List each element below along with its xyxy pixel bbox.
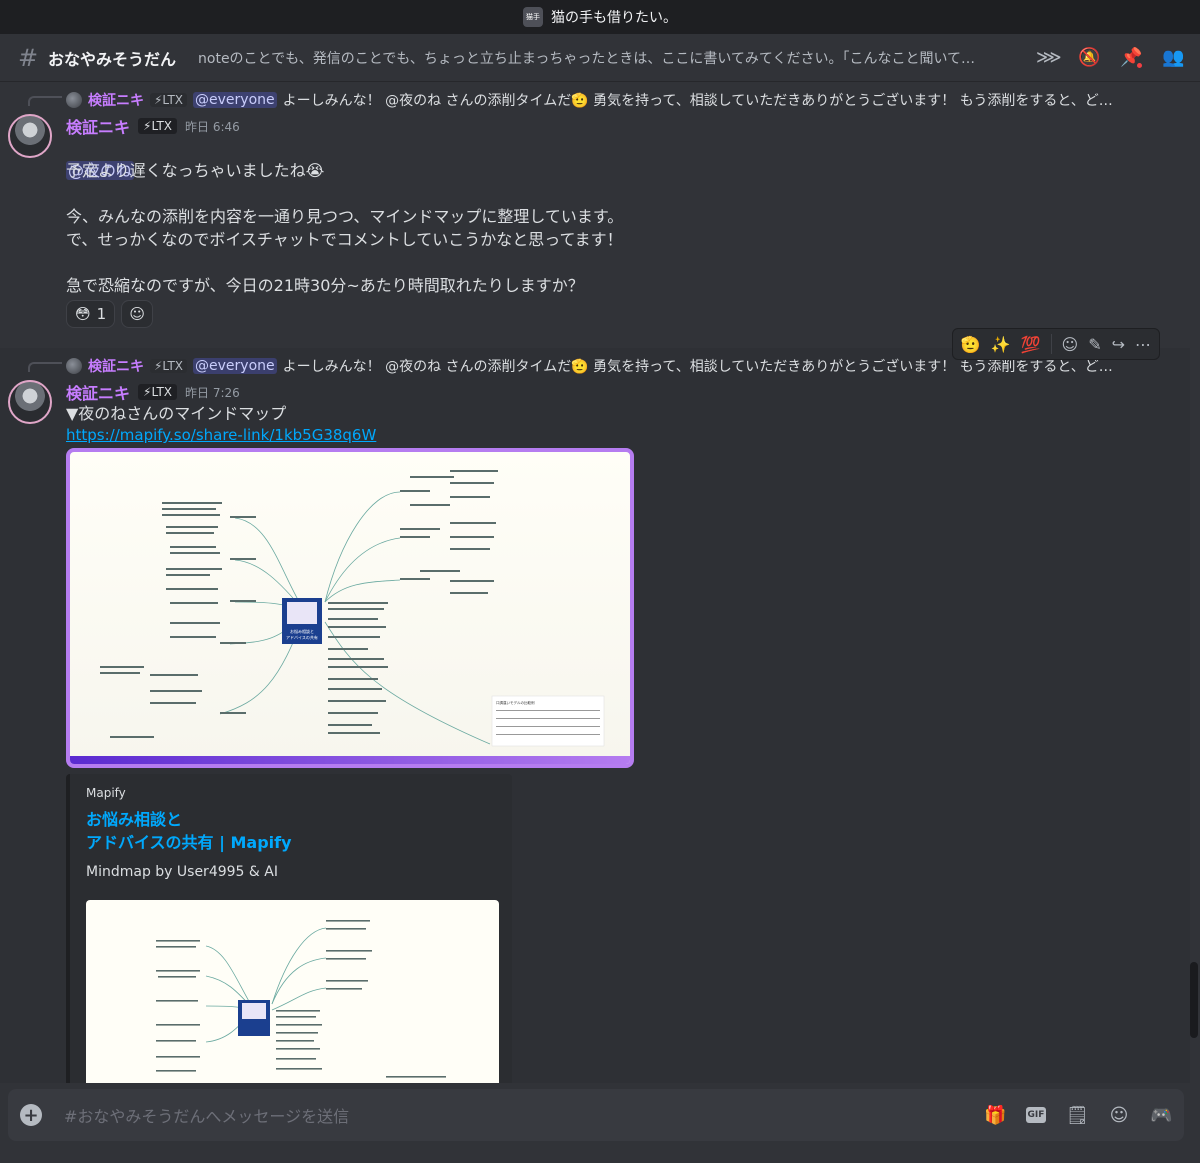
mindmap-footer-bar — [70, 756, 630, 764]
reply-connector — [28, 96, 62, 106]
channel-topic[interactable]: noteのことでも、発信のことでも、ちょっと立ち止まっちゃったときは、ここに書い… — [198, 48, 1018, 68]
message-text: 予定より遅くなっちゃいましたね😭 今、みんなの添削を内容を一通り見つつ、マインド… — [66, 161, 624, 295]
map-center-label-1: お悩み相談と — [290, 628, 314, 634]
edit-icon[interactable]: ✎ — [1088, 335, 1101, 354]
server-title: 猫の手も借りたい。 — [551, 10, 677, 26]
mindmap-image[interactable]: お悩み相談と アドバイスの共有 口調違いモデルの比較例 — [66, 448, 634, 768]
message-input[interactable]: #おなやみそうだんへメッセージを送信 — [64, 1103, 349, 1127]
threads-icon[interactable]: ⋙ — [1036, 47, 1062, 68]
sticker-icon[interactable]: 🗒 — [1066, 1105, 1089, 1126]
window-titlebar: 猫手 猫の手も借りたい。 — [0, 0, 1200, 34]
embed-title[interactable]: お悩み相談と アドバイスの共有 | Mapify — [86, 808, 292, 854]
avatar[interactable] — [8, 114, 52, 158]
gif-icon[interactable]: GIF — [1026, 1106, 1046, 1123]
embed-mindmap-graphic — [156, 920, 446, 1078]
author-name[interactable]: 検証ニキ — [66, 380, 130, 404]
pin-icon[interactable]: 📌 — [1120, 47, 1144, 70]
reply-author[interactable]: 検証ニキ — [88, 90, 144, 110]
emoji-icon[interactable]: ☺ — [1108, 1105, 1130, 1126]
add-reaction-button[interactable]: ☺ — [121, 300, 154, 328]
reply-avatar — [66, 92, 82, 108]
reply-role-badge: ⚡LTX — [150, 93, 188, 107]
role-badge: ⚡LTX — [138, 118, 178, 134]
hash-icon: # — [17, 43, 39, 72]
upload-plus-icon[interactable]: + — [20, 1104, 42, 1126]
forward-icon[interactable]: ↪ — [1112, 335, 1125, 354]
add-reaction-icon: ☺ — [129, 305, 146, 323]
more-options-icon[interactable]: ⋯ — [1135, 335, 1151, 354]
flushed-emoji: 😳 — [75, 305, 91, 323]
quick-reaction-salute[interactable]: 🫡 — [961, 335, 981, 354]
gift-icon[interactable]: 🎁 — [984, 1105, 1006, 1126]
mute-icon[interactable]: 🔕 — [1078, 47, 1100, 68]
reaction-chip[interactable]: 😳 1 — [66, 300, 116, 328]
timestamp[interactable]: 昨日 7:26 — [185, 384, 240, 401]
map-center-label-2: アドバイスの共有 — [286, 634, 318, 640]
reply-preview[interactable]: 検証ニキ ⚡LTX @everyone よーしみんな！ @夜のね さんの添削タイ… — [66, 90, 1146, 110]
reply-role-badge: ⚡LTX — [150, 359, 188, 373]
unread-pin-indicator — [1135, 61, 1144, 70]
channel-toolbar: ⋙ 🔕 📌 👥 — [1036, 47, 1184, 70]
message-item: 検証ニキ ⚡LTX @everyone よーしみんな！ @夜のね さんの添削タイ… — [0, 82, 1190, 332]
reply-mention[interactable]: @everyone — [193, 92, 277, 108]
quick-reaction-sparkles[interactable]: ✨ — [991, 335, 1011, 354]
message-hover-toolbar: 🫡 ✨ 💯 ☺ ✎ ↪ ⋯ — [951, 328, 1160, 360]
message-header: 検証ニキ ⚡LTX 昨日 7:26 — [66, 380, 240, 404]
activities-gamepad-icon[interactable]: 🎮 — [1150, 1105, 1172, 1126]
map-table-title: 口調違いモデルの比較例 — [496, 700, 535, 705]
quick-reaction-hundred[interactable]: 💯 — [1021, 335, 1041, 354]
message-header: 検証ニキ ⚡LTX 昨日 6:46 — [66, 114, 240, 138]
server-icon: 猫手 — [523, 7, 543, 27]
reply-avatar — [66, 358, 82, 374]
reply-author[interactable]: 検証ニキ — [88, 356, 144, 376]
author-name[interactable]: 検証ニキ — [66, 114, 130, 138]
toolbar-divider — [1050, 334, 1052, 354]
role-badge: ⚡LTX — [138, 384, 178, 400]
embed-description: Mindmap by User4995 & AI — [86, 864, 278, 880]
embed-image[interactable] — [86, 900, 499, 1083]
message-text: ▼夜のねさんのマインドマップ — [66, 404, 287, 423]
add-reaction-icon[interactable]: ☺ — [1062, 335, 1079, 354]
timestamp[interactable]: 昨日 6:46 — [185, 118, 240, 135]
embed-provider[interactable]: Mapify — [86, 786, 126, 800]
message-list[interactable]: 検証ニキ ⚡LTX @everyone よーしみんな！ @夜のね さんの添削タイ… — [0, 82, 1200, 1083]
channel-header: # おなやみそうだん noteのことでも、発信のことでも、ちょっと立ち止まっちゃ… — [0, 34, 1200, 82]
reply-connector — [28, 362, 62, 372]
message-composer: + #おなやみそうだんへメッセージを送信 🎁 GIF 🗒 ☺ 🎮 — [0, 1083, 1200, 1163]
composer-actions: 🎁 GIF 🗒 ☺ 🎮 — [984, 1105, 1172, 1126]
scrollbar-thumb[interactable] — [1190, 962, 1198, 1038]
members-icon[interactable]: 👥 — [1162, 47, 1184, 68]
message-input-box[interactable]: + #おなやみそうだんへメッセージを送信 🎁 GIF 🗒 ☺ 🎮 — [8, 1089, 1184, 1141]
mindmap-graphic: お悩み相談と アドバイスの共有 口調違いモデルの比較例 — [100, 470, 605, 747]
channel-name: おなやみそうだん — [48, 49, 177, 69]
reaction-count: 1 — [96, 305, 107, 323]
link-embed: Mapify お悩み相談と アドバイスの共有 | Mapify Mindmap … — [66, 774, 512, 1083]
mapify-link[interactable]: https://mapify.so/share-link/1kb5G38q6W — [66, 426, 376, 444]
reaction-bar: 😳 1 ☺ — [66, 300, 154, 328]
reply-mention[interactable]: @everyone — [193, 358, 277, 374]
reply-text: よーしみんな！ @夜のね さんの添削タイムだ🫡 勇気を持って、相談していただきあ… — [282, 93, 1113, 109]
avatar[interactable] — [8, 380, 52, 424]
